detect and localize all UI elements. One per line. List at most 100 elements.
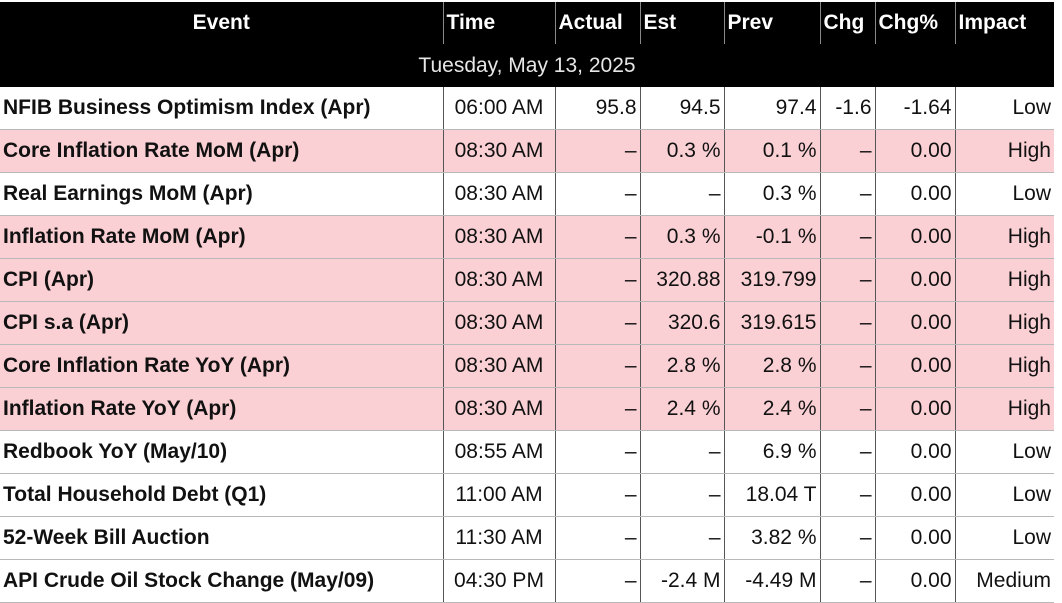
- impact-level: Medium: [955, 559, 1054, 603]
- event-time: 08:30 AM: [443, 387, 556, 431]
- previous-value: -0.1 %: [724, 215, 821, 259]
- change-value: –: [820, 387, 876, 431]
- actual-value: 95.8: [555, 87, 641, 130]
- impact-level: Low: [955, 430, 1054, 474]
- column-header-chg[interactable]: Chg: [820, 2, 876, 44]
- event-time: 08:30 AM: [443, 172, 556, 216]
- estimate-value: 0.3 %: [640, 129, 725, 173]
- estimate-value: –: [640, 516, 725, 560]
- event-name: Core Inflation Rate MoM (Apr): [0, 129, 444, 173]
- change-value: –: [820, 258, 876, 302]
- date-group-row: Tuesday, May 13, 2025: [0, 44, 1054, 87]
- change-percent-value: 0.00: [875, 430, 956, 474]
- estimate-value: -2.4 M: [640, 559, 725, 603]
- change-percent-value: 0.00: [875, 516, 956, 560]
- economic-calendar-table: Event Time Actual Est Prev Chg Chg% Impa…: [0, 2, 1054, 603]
- event-time: 08:30 AM: [443, 129, 556, 173]
- change-percent-value: 0.00: [875, 473, 956, 517]
- event-name: CPI s.a (Apr): [0, 301, 444, 345]
- actual-value: –: [555, 344, 641, 388]
- table-row[interactable]: Redbook YoY (May/10) 08:55 AM – –6.9 % –0.00…: [0, 430, 1054, 474]
- change-percent-value: 0.00: [875, 344, 956, 388]
- actual-value: –: [555, 129, 641, 173]
- table-row[interactable]: Inflation Rate MoM (Apr) 08:30 AM –0.3 % -0…: [0, 215, 1054, 259]
- actual-value: –: [555, 516, 641, 560]
- event-name: 52-Week Bill Auction: [0, 516, 444, 560]
- column-header-actual[interactable]: Actual: [555, 2, 641, 44]
- table-row[interactable]: API Crude Oil Stock Change (May/09) 04:30…: [0, 559, 1054, 603]
- actual-value: –: [555, 301, 641, 345]
- impact-level: Low: [955, 473, 1054, 517]
- impact-level: High: [955, 215, 1054, 259]
- previous-value: 6.9 %: [724, 430, 821, 474]
- table-row[interactable]: Core Inflation Rate MoM (Apr) 08:30 AM –0.…: [0, 129, 1054, 173]
- previous-value: -4.49 M: [724, 559, 821, 603]
- table-row[interactable]: 52-Week Bill Auction 11:30 AM – –3.82 % –0.0…: [0, 516, 1054, 560]
- change-value: –: [820, 301, 876, 345]
- actual-value: –: [555, 559, 641, 603]
- actual-value: –: [555, 430, 641, 474]
- change-percent-value: 0.00: [875, 258, 956, 302]
- event-name: API Crude Oil Stock Change (May/09): [0, 559, 444, 603]
- change-value: –: [820, 516, 876, 560]
- change-percent-value: 0.00: [875, 172, 956, 216]
- event-name: Core Inflation Rate YoY (Apr): [0, 344, 444, 388]
- actual-value: –: [555, 258, 641, 302]
- impact-level: Low: [955, 87, 1054, 130]
- change-percent-value: 0.00: [875, 215, 956, 259]
- event-name: Inflation Rate YoY (Apr): [0, 387, 444, 431]
- impact-level: High: [955, 301, 1054, 345]
- column-header-event[interactable]: Event: [0, 2, 444, 44]
- previous-value: 2.8 %: [724, 344, 821, 388]
- table-row[interactable]: Core Inflation Rate YoY (Apr) 08:30 AM –2.…: [0, 344, 1054, 388]
- change-value: –: [820, 129, 876, 173]
- actual-value: –: [555, 387, 641, 431]
- change-value: –: [820, 172, 876, 216]
- event-time: 06:00 AM: [443, 87, 556, 130]
- table-row[interactable]: NFIB Business Optimism Index (Apr) 06:00 …: [0, 87, 1054, 130]
- actual-value: –: [555, 215, 641, 259]
- event-time: 04:30 PM: [443, 559, 556, 603]
- previous-value: 2.4 %: [724, 387, 821, 431]
- event-time: 11:30 AM: [443, 516, 556, 560]
- estimate-value: –: [640, 473, 725, 517]
- date-label: Tuesday, May 13, 2025: [0, 44, 1054, 87]
- column-header-prev[interactable]: Prev: [724, 2, 821, 44]
- change-value: –: [820, 215, 876, 259]
- estimate-value: 320.6: [640, 301, 725, 345]
- table-row[interactable]: CPI (Apr) 08:30 AM –320.88 319.799–0.00 High: [0, 258, 1054, 302]
- estimate-value: 94.5: [640, 87, 725, 130]
- table-row[interactable]: Total Household Debt (Q1) 11:00 AM – –18.04…: [0, 473, 1054, 517]
- event-time: 08:30 AM: [443, 215, 556, 259]
- estimate-value: 320.88: [640, 258, 725, 302]
- event-name: Total Household Debt (Q1): [0, 473, 444, 517]
- table-row[interactable]: CPI s.a (Apr) 08:30 AM –320.6 319.615–0.00 H…: [0, 301, 1054, 345]
- column-header-time[interactable]: Time: [443, 2, 556, 44]
- estimate-value: –: [640, 172, 725, 216]
- column-header-chg-pct[interactable]: Chg%: [875, 2, 956, 44]
- change-percent-value: 0.00: [875, 559, 956, 603]
- change-value: –: [820, 559, 876, 603]
- estimate-value: 2.8 %: [640, 344, 725, 388]
- change-value: –: [820, 344, 876, 388]
- table-row[interactable]: Real Earnings MoM (Apr) 08:30 AM – –0.3 % –0…: [0, 172, 1054, 216]
- estimate-value: 0.3 %: [640, 215, 725, 259]
- previous-value: 319.615: [724, 301, 821, 345]
- column-header-est[interactable]: Est: [640, 2, 725, 44]
- header-row: Event Time Actual Est Prev Chg Chg% Impa…: [0, 2, 1054, 44]
- impact-level: High: [955, 258, 1054, 302]
- table-row[interactable]: Inflation Rate YoY (Apr) 08:30 AM –2.4 % 2.…: [0, 387, 1054, 431]
- previous-value: 319.799: [724, 258, 821, 302]
- estimate-value: –: [640, 430, 725, 474]
- impact-level: Low: [955, 516, 1054, 560]
- event-name: Inflation Rate MoM (Apr): [0, 215, 444, 259]
- column-header-impact[interactable]: Impact: [955, 2, 1054, 44]
- actual-value: –: [555, 172, 641, 216]
- change-percent-value: 0.00: [875, 129, 956, 173]
- actual-value: –: [555, 473, 641, 517]
- change-percent-value: 0.00: [875, 387, 956, 431]
- previous-value: 18.04 T: [724, 473, 821, 517]
- previous-value: 0.3 %: [724, 172, 821, 216]
- event-time: 08:30 AM: [443, 258, 556, 302]
- impact-level: High: [955, 129, 1054, 173]
